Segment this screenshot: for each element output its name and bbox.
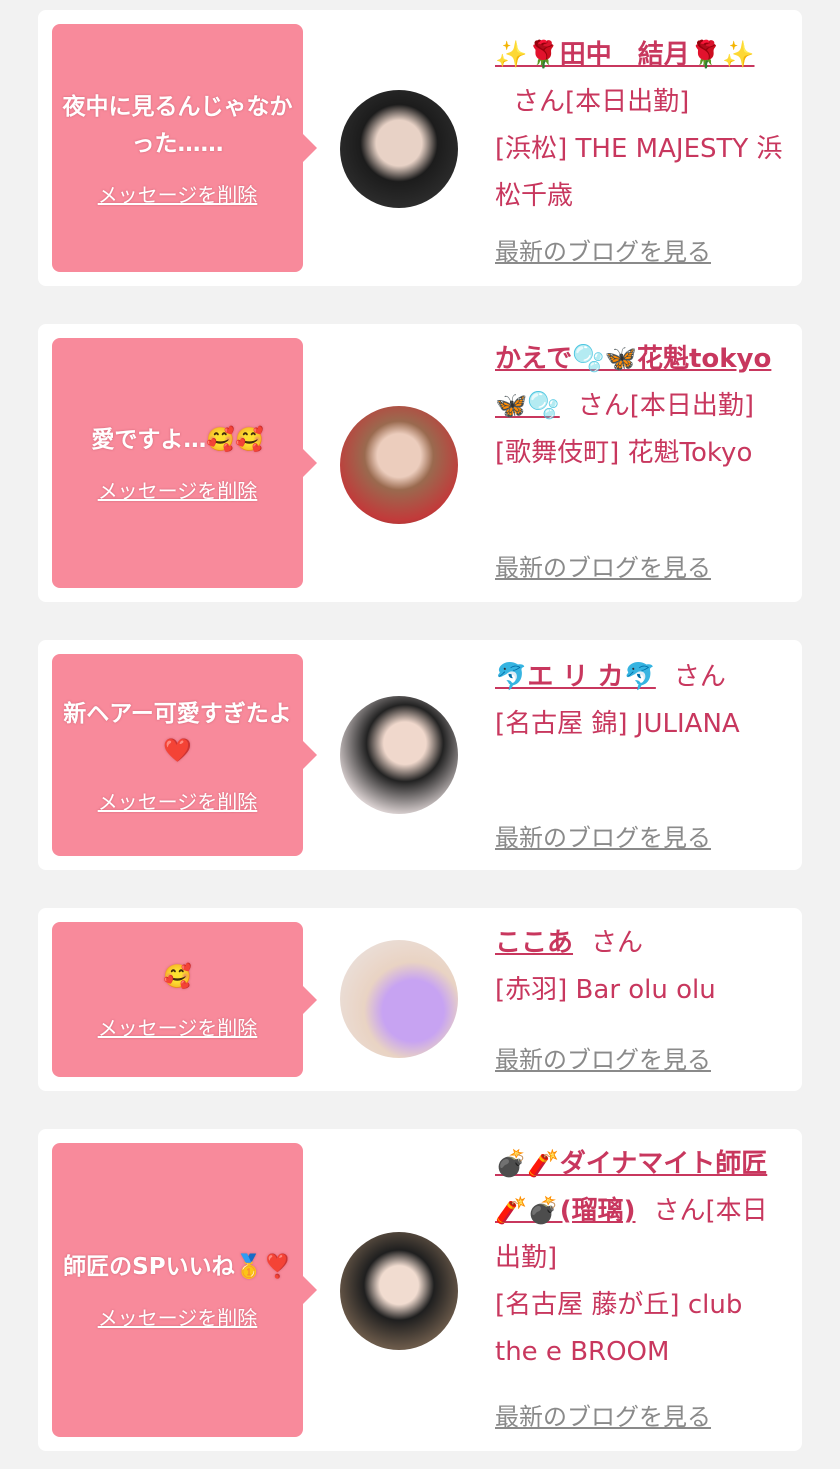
message-card: 師匠のSPいいね🥇❣️ メッセージを削除 💣🧨ダイナマイト師匠🧨💣(瑠璃) さん[… bbox=[38, 1129, 802, 1451]
message-card: 夜中に見るんじゃなかった…… メッセージを削除 ✨🌹田中 結月🌹✨ さん[本日出勤… bbox=[38, 10, 802, 286]
avatar[interactable] bbox=[340, 406, 458, 524]
latest-blog-link[interactable]: 最新のブログを見る bbox=[495, 548, 711, 583]
avatar[interactable] bbox=[340, 696, 458, 814]
message-card: 新ヘアー可愛すぎたよ❤️ メッセージを削除 🐬エ リ カ🐬 さん [名古屋 錦] … bbox=[38, 640, 802, 870]
cast-info: ここあ さん [赤羽] Bar olu olu bbox=[495, 920, 791, 1014]
message-bubble: 夜中に見るんじゃなかった…… メッセージを削除 bbox=[52, 24, 303, 272]
message-text: 師匠のSPいいね🥇❣️ bbox=[63, 1254, 292, 1280]
delete-message-link[interactable]: メッセージを削除 bbox=[98, 475, 258, 504]
cast-info: ✨🌹田中 結月🌹✨ さん[本日出勤] [浜松] THE MAJESTY 浜松千歳 bbox=[495, 32, 791, 220]
latest-blog-link[interactable]: 最新のブログを見る bbox=[495, 232, 711, 267]
message-text: 愛ですよ…🥰🥰 bbox=[91, 427, 264, 453]
cast-status: さん[本日出勤] bbox=[513, 87, 690, 117]
message-bubble: 愛ですよ…🥰🥰 メッセージを削除 bbox=[52, 338, 303, 588]
latest-blog-link[interactable]: 最新のブログを見る bbox=[495, 818, 711, 853]
latest-blog-link[interactable]: 最新のブログを見る bbox=[495, 1040, 711, 1075]
shop-name: [名古屋 錦] JULIANA bbox=[495, 709, 740, 739]
shop-name: [名古屋 藤が丘] club the e BROOM bbox=[495, 1290, 743, 1367]
message-list: 夜中に見るんじゃなかった…… メッセージを削除 ✨🌹田中 結月🌹✨ さん[本日出勤… bbox=[0, 0, 840, 1469]
message-bubble: 🥰 メッセージを削除 bbox=[52, 922, 303, 1077]
message-card: 愛ですよ…🥰🥰 メッセージを削除 かえで🫧🦋花魁tokyo🦋🫧 さん[本日出勤] … bbox=[38, 324, 802, 602]
cast-name-link[interactable]: 🐬エ リ カ🐬 bbox=[495, 662, 656, 692]
latest-blog-link[interactable]: 最新のブログを見る bbox=[495, 1397, 711, 1432]
message-bubble: 師匠のSPいいね🥇❣️ メッセージを削除 bbox=[52, 1143, 303, 1437]
shop-name: [赤羽] Bar olu olu bbox=[495, 975, 716, 1005]
delete-message-link[interactable]: メッセージを削除 bbox=[98, 179, 258, 208]
delete-message-link[interactable]: メッセージを削除 bbox=[98, 1012, 258, 1041]
avatar[interactable] bbox=[340, 90, 458, 208]
avatar[interactable] bbox=[340, 940, 458, 1058]
delete-message-link[interactable]: メッセージを削除 bbox=[98, 1302, 258, 1331]
cast-info: かえで🫧🦋花魁tokyo🦋🫧 さん[本日出勤] [歌舞伎町] 花魁Tokyo bbox=[495, 336, 791, 477]
shop-name: [歌舞伎町] 花魁Tokyo bbox=[495, 438, 753, 468]
message-bubble: 新ヘアー可愛すぎたよ❤️ メッセージを削除 bbox=[52, 654, 303, 856]
cast-status: さん[本日出勤] bbox=[577, 391, 755, 421]
delete-message-link[interactable]: メッセージを削除 bbox=[98, 786, 258, 815]
cast-status: さん bbox=[591, 928, 644, 958]
shop-name: [浜松] THE MAJESTY 浜松千歳 bbox=[495, 134, 783, 211]
cast-info: 💣🧨ダイナマイト師匠🧨💣(瑠璃) さん[本日出勤] [名古屋 藤が丘] club … bbox=[495, 1141, 791, 1376]
cast-status: さん bbox=[673, 662, 726, 692]
cast-name-link[interactable]: ここあ bbox=[495, 928, 573, 958]
avatar[interactable] bbox=[340, 1232, 458, 1350]
cast-info: 🐬エ リ カ🐬 さん [名古屋 錦] JULIANA bbox=[495, 654, 791, 748]
message-card: 🥰 メッセージを削除 ここあ さん [赤羽] Bar olu olu 最新のブログ… bbox=[38, 908, 802, 1091]
message-text: 新ヘアー可愛すぎたよ❤️ bbox=[63, 700, 292, 764]
cast-name-link[interactable]: ✨🌹田中 結月🌹✨ bbox=[495, 40, 755, 70]
message-text: 🥰 bbox=[163, 963, 192, 990]
message-text: 夜中に見るんじゃなかった…… bbox=[62, 93, 293, 157]
